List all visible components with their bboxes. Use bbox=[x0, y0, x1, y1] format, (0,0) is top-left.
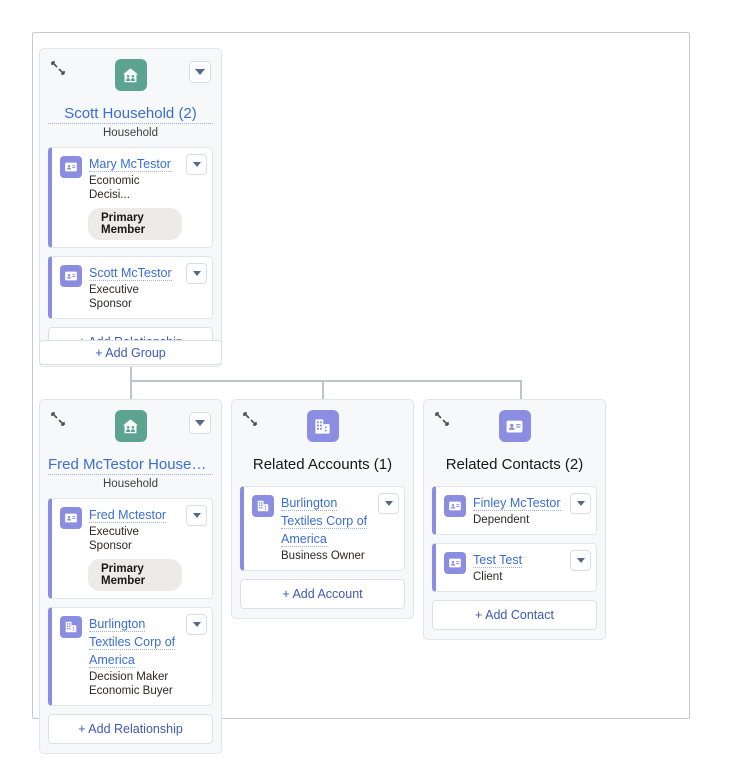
group-card-scott-household[interactable]: Scott Household (2) Household Mary McTes… bbox=[39, 48, 222, 367]
contact-role: Client bbox=[473, 571, 503, 583]
account-icon bbox=[252, 495, 274, 517]
member-card[interactable]: Burlington Textiles Corp of America Deci… bbox=[48, 607, 213, 706]
status-badge: Primary Member bbox=[88, 559, 182, 591]
group-icon-wrap bbox=[432, 408, 597, 442]
group-title[interactable]: Scott Household (2) bbox=[48, 105, 213, 124]
contact-menu-button[interactable] bbox=[570, 550, 591, 571]
connector-horizontal-bus bbox=[130, 380, 522, 382]
member-menu-button[interactable] bbox=[186, 614, 207, 635]
add-group-button[interactable]: + Add Group bbox=[39, 340, 222, 365]
contact-card[interactable]: Finley McTestor Dependent bbox=[432, 486, 597, 535]
add-contact-button[interactable]: + Add Contact bbox=[432, 600, 597, 630]
member-name[interactable]: Mary McTestor bbox=[89, 157, 171, 172]
collapse-icon[interactable] bbox=[435, 412, 449, 426]
contact-icon bbox=[444, 552, 466, 574]
group-header bbox=[48, 57, 213, 101]
member-name[interactable]: Fred Mctestor bbox=[89, 508, 167, 523]
member-role: Executive Sponsor bbox=[89, 284, 139, 310]
account-icon bbox=[306, 410, 339, 442]
group-subtitle: Household bbox=[103, 478, 158, 490]
group-menu-button[interactable] bbox=[189, 61, 211, 83]
chevron-down-icon bbox=[195, 420, 205, 426]
status-badge: Primary Member bbox=[88, 208, 182, 240]
chevron-down-icon bbox=[576, 558, 585, 563]
group-card-fred-mctestor-household[interactable]: Fred McTestor Househo... Household Fred … bbox=[39, 399, 222, 754]
group-header bbox=[48, 408, 213, 452]
account-name[interactable]: Burlington Textiles Corp of America bbox=[281, 496, 368, 547]
relationship-map-canvas: Scott Household (2) Household Mary McTes… bbox=[0, 0, 739, 768]
connector-to-child-2 bbox=[322, 380, 324, 399]
group-title: Related Accounts (1) bbox=[252, 456, 393, 473]
member-menu-button[interactable] bbox=[186, 263, 207, 284]
contact-icon bbox=[60, 156, 82, 178]
collapse-icon[interactable] bbox=[51, 412, 65, 426]
group-subtitle: Household bbox=[103, 127, 158, 139]
contact-name[interactable]: Finley McTestor bbox=[473, 496, 561, 511]
account-card[interactable]: Burlington Textiles Corp of America Busi… bbox=[240, 486, 405, 571]
chevron-down-icon bbox=[192, 513, 201, 518]
group-subtitle-spacer bbox=[240, 474, 405, 486]
add-relationship-button[interactable]: + Add Relationship bbox=[48, 714, 213, 744]
contact-card[interactable]: Test Test Client bbox=[432, 543, 597, 592]
group-header bbox=[432, 408, 597, 452]
contact-menu-button[interactable] bbox=[570, 493, 591, 514]
member-card[interactable]: Scott McTestor Executive Sponsor bbox=[48, 256, 213, 319]
chevron-down-icon bbox=[576, 501, 585, 506]
chevron-down-icon bbox=[195, 69, 205, 75]
connector-to-child-1 bbox=[130, 380, 132, 399]
group-card-related-accounts[interactable]: Related Accounts (1) Burlington Textiles… bbox=[231, 399, 414, 619]
contact-name[interactable]: Test Test bbox=[473, 553, 523, 568]
household-icon bbox=[114, 59, 147, 91]
group-menu-button[interactable] bbox=[189, 412, 211, 434]
account-menu-button[interactable] bbox=[378, 493, 399, 514]
group-subtitle-spacer bbox=[432, 474, 597, 486]
chevron-down-icon bbox=[192, 162, 201, 167]
member-name[interactable]: Scott McTestor bbox=[89, 266, 172, 281]
collapse-icon[interactable] bbox=[243, 412, 257, 426]
member-role: Economic Decisi... bbox=[89, 175, 140, 201]
member-menu-button[interactable] bbox=[186, 505, 207, 526]
contact-icon bbox=[444, 495, 466, 517]
member-card[interactable]: Mary McTestor Economic Decisi... Primary… bbox=[48, 147, 213, 248]
add-account-button[interactable]: + Add Account bbox=[240, 579, 405, 609]
contact-icon bbox=[60, 265, 82, 287]
contact-role: Dependent bbox=[473, 514, 530, 526]
account-icon bbox=[60, 616, 82, 638]
member-role: Decision Maker Economic Buyer bbox=[89, 671, 173, 697]
group-icon-wrap bbox=[240, 408, 405, 442]
collapse-icon[interactable] bbox=[51, 61, 65, 75]
member-role: Executive Sponsor bbox=[89, 526, 139, 552]
member-name[interactable]: Burlington Textiles Corp of America bbox=[89, 617, 176, 668]
connector-to-child-3 bbox=[520, 380, 522, 399]
chevron-down-icon bbox=[384, 501, 393, 506]
chevron-down-icon bbox=[192, 271, 201, 276]
member-menu-button[interactable] bbox=[186, 154, 207, 175]
member-card[interactable]: Fred Mctestor Executive Sponsor Primary … bbox=[48, 498, 213, 599]
household-icon bbox=[114, 410, 147, 442]
group-card-related-contacts[interactable]: Related Contacts (2) Finley McTestor Dep… bbox=[423, 399, 606, 640]
account-role: Business Owner bbox=[281, 550, 365, 562]
chevron-down-icon bbox=[192, 622, 201, 627]
group-title: Related Contacts (2) bbox=[445, 456, 584, 473]
connector-addgroup-down bbox=[130, 365, 132, 381]
group-title[interactable]: Fred McTestor Househo... bbox=[48, 456, 213, 475]
contact-icon bbox=[498, 410, 531, 442]
group-header bbox=[240, 408, 405, 452]
contact-icon bbox=[60, 507, 82, 529]
